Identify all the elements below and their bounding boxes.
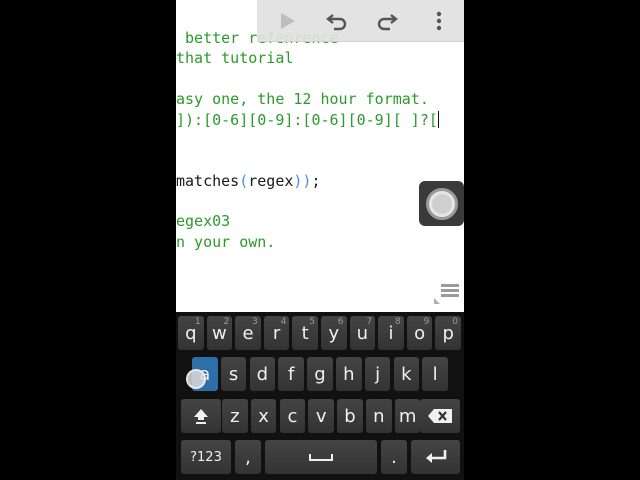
key-label: i: [388, 322, 394, 344]
backspace-key[interactable]: [420, 399, 460, 433]
key-p[interactable]: p0: [435, 316, 461, 350]
touch-indicator: [186, 369, 206, 389]
key-n[interactable]: n: [366, 399, 392, 433]
overflow-menu-button[interactable]: [419, 6, 459, 36]
key-hint: 4: [280, 317, 287, 327]
key-y[interactable]: y6: [321, 316, 347, 350]
key-label: v: [315, 405, 327, 427]
code-token: )): [293, 172, 312, 190]
key-b[interactable]: b: [337, 399, 363, 433]
key-hint: 2: [223, 317, 230, 327]
key-s[interactable]: s: [220, 357, 247, 391]
shift-icon: [194, 409, 208, 424]
code-line: n your own.: [176, 232, 275, 252]
key-label: j: [375, 363, 381, 385]
key-m[interactable]: m: [394, 399, 421, 433]
undo-icon: [326, 14, 347, 31]
code-token: regex: [248, 172, 294, 190]
run-button[interactable]: [267, 6, 307, 36]
key-g[interactable]: g: [307, 357, 333, 391]
key-o[interactable]: o9: [406, 316, 433, 350]
key-label: c: [287, 405, 298, 427]
key-label: g: [314, 363, 326, 385]
comma-key[interactable]: ,: [235, 440, 261, 474]
key-i[interactable]: i8: [378, 316, 404, 350]
backspace-icon: [428, 409, 452, 423]
key-label: n: [373, 405, 385, 427]
key-label: h: [343, 363, 355, 385]
code-token: (: [239, 172, 249, 190]
period-key[interactable]: .: [381, 440, 407, 474]
code-line: ]):[0-6][0-9]:[0-6][0-9][ ]?[: [176, 110, 439, 130]
key-label: m: [398, 405, 417, 427]
code-line: matches(regex));: [176, 171, 321, 191]
key-hint: 3: [252, 317, 258, 327]
key-f[interactable]: f: [278, 357, 304, 391]
key-e[interactable]: e3: [235, 316, 261, 350]
code-line: egex03: [176, 211, 230, 231]
overflow-menu-icon: [436, 11, 442, 31]
editor-action-bar: [257, 0, 464, 42]
code-token: asy one, the 12 hour format.: [176, 90, 429, 108]
key-label: b: [344, 405, 356, 427]
key-q[interactable]: q1: [178, 316, 204, 350]
enter-icon: [425, 450, 446, 463]
key-label: f: [288, 363, 295, 385]
key-label: d: [256, 363, 269, 385]
key-j[interactable]: j: [364, 357, 391, 391]
key-v[interactable]: v: [308, 399, 334, 433]
code-editor[interactable]: better refenrencethat tutorialasy one, t…: [176, 0, 464, 312]
play-icon: [281, 13, 295, 29]
floating-assist-button[interactable]: [419, 181, 464, 226]
key-label: k: [401, 363, 412, 385]
key-hint: 1: [194, 317, 201, 327]
key-t[interactable]: t5: [292, 316, 318, 350]
key-c[interactable]: c: [279, 399, 306, 433]
key-k[interactable]: k: [393, 357, 420, 391]
key-label: r: [272, 322, 281, 344]
redo-icon: [377, 14, 398, 31]
key-hint: 7: [366, 317, 373, 327]
code-token: that tutorial: [176, 49, 294, 67]
code-line: asy one, the 12 hour format.: [176, 89, 429, 109]
key-hint: 9: [423, 317, 430, 327]
soft-keyboard: q1w2e3r4t5y6u7i8o9p0 asdfghjkl zxcvbnm ?…: [176, 312, 464, 480]
key-label: x: [258, 405, 269, 427]
key-hint: 8: [395, 317, 401, 327]
keyboard-toggle-icon[interactable]: [432, 280, 462, 306]
key-hint: 5: [309, 317, 315, 327]
space-icon: [309, 454, 333, 461]
key-hint: 0: [452, 317, 458, 327]
code-token: n your own.: [176, 233, 276, 251]
code-token: egex03: [176, 212, 231, 230]
key-label: z: [230, 405, 240, 427]
key-label: s: [228, 363, 239, 385]
code-token: ;: [311, 172, 321, 190]
symbols-key[interactable]: ?123: [181, 440, 231, 474]
code-token: ]):[0-6][0-9]:[0-6][0-9][ ]?[: [176, 111, 438, 129]
code-token: matches: [176, 172, 240, 190]
key-hint: 6: [337, 317, 344, 327]
circle-icon: [425, 187, 458, 220]
key-label: t: [301, 322, 309, 344]
code-line: that tutorial: [176, 48, 293, 68]
key-d[interactable]: d: [249, 357, 276, 391]
key-w[interactable]: w2: [206, 316, 233, 350]
key-u[interactable]: u7: [349, 316, 376, 350]
enter-key[interactable]: [411, 440, 460, 474]
key-x[interactable]: x: [250, 399, 277, 433]
key-h[interactable]: h: [336, 357, 362, 391]
key-l[interactable]: l: [422, 357, 448, 391]
undo-button[interactable]: [317, 6, 357, 36]
key-z[interactable]: z: [222, 399, 248, 433]
key-label: l: [432, 363, 438, 385]
phone-screen: better refenrencethat tutorialasy one, t…: [176, 0, 464, 480]
key-r[interactable]: r4: [263, 316, 290, 350]
space-key[interactable]: [265, 440, 377, 474]
redo-button[interactable]: [367, 6, 407, 36]
shift-key[interactable]: [181, 399, 221, 433]
text-cursor: [437, 111, 439, 128]
